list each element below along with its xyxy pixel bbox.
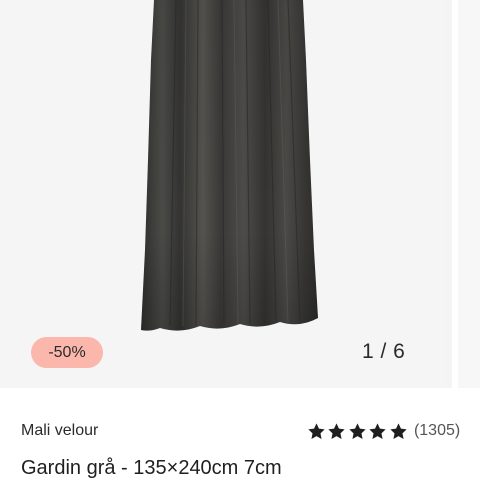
star-icon bbox=[308, 422, 325, 439]
product-rating[interactable]: (1305) bbox=[307, 420, 460, 442]
product-image[interactable] bbox=[0, 0, 446, 388]
rating-count: (1305) bbox=[413, 422, 461, 439]
star-icon bbox=[328, 422, 346, 439]
star-icon bbox=[389, 422, 407, 439]
product-title: Gardin grå - 135×240cm 7cm bbox=[21, 457, 282, 479]
next-image-preview[interactable] bbox=[452, 0, 480, 388]
star-icon bbox=[349, 422, 366, 439]
product-brand[interactable]: Mali velour bbox=[21, 422, 98, 440]
discount-badge: -50% bbox=[31, 337, 103, 368]
slide-counter: 1 / 6 bbox=[362, 340, 406, 363]
star-icon bbox=[369, 422, 386, 439]
product-image-gallery[interactable]: -50% 1 / 6 bbox=[0, 0, 480, 388]
divider bbox=[0, 388, 480, 398]
curtain-image bbox=[141, 0, 318, 331]
